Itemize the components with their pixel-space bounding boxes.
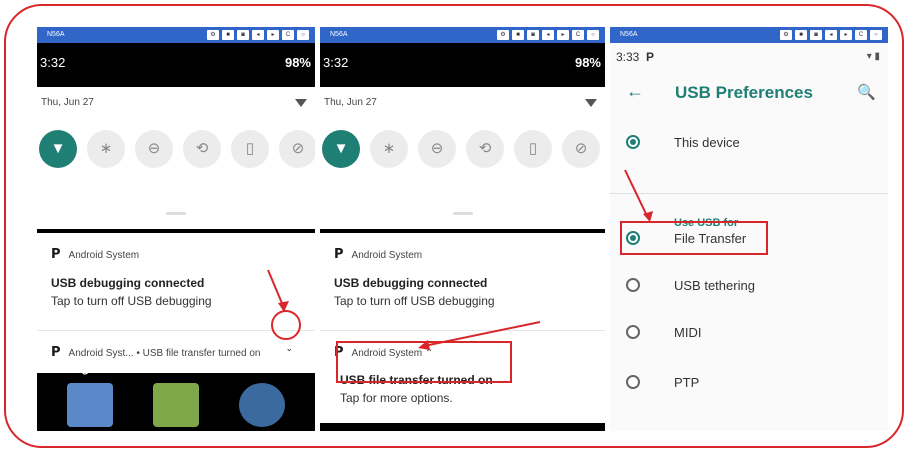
annotation-arrow-3	[624, 169, 649, 219]
annotation-arrowhead-2	[418, 340, 430, 350]
annotation-arrows	[267, 169, 653, 350]
annotation-arrow-1	[267, 269, 285, 309]
annotation-arrow-2	[423, 321, 541, 347]
annotation-arrowhead-1	[278, 301, 289, 312]
